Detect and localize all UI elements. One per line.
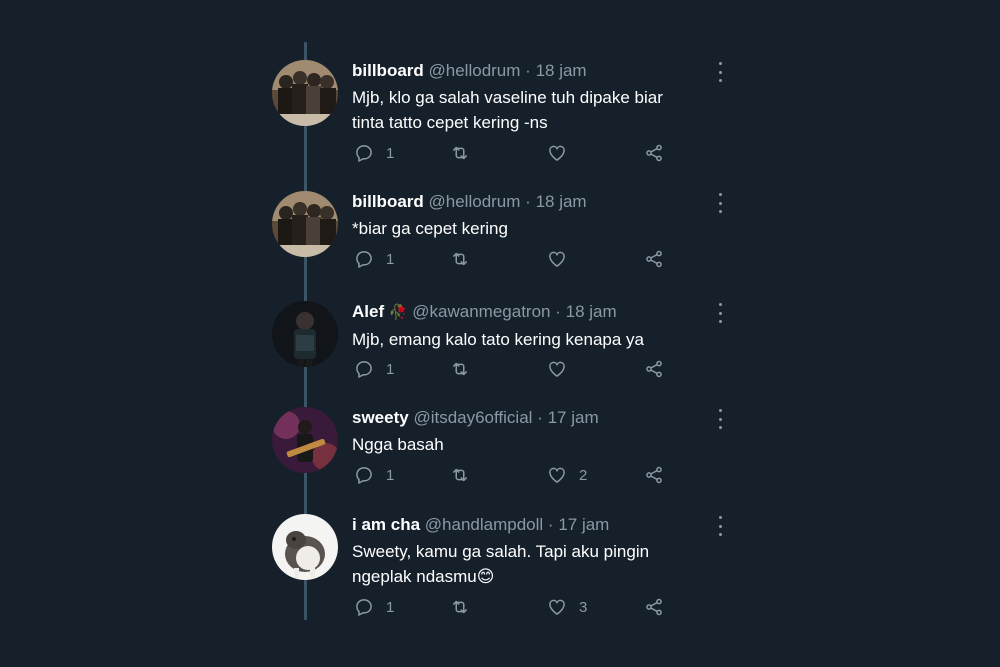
- retweet-button[interactable]: [450, 249, 470, 269]
- share-button[interactable]: [644, 465, 664, 485]
- share-button[interactable]: [644, 143, 664, 163]
- share-icon: [646, 466, 662, 484]
- heart-icon: [549, 251, 565, 267]
- tweet-text-line: Sweety, kamu ga salah. Tapi aku pingin: [352, 542, 650, 561]
- like-count: 2: [579, 466, 588, 484]
- reply-button[interactable]: 1: [354, 359, 394, 379]
- share-button[interactable]: [644, 359, 664, 379]
- reply-button[interactable]: 1: [354, 597, 394, 617]
- reply-icon: [356, 599, 372, 617]
- reply-count: 1: [386, 250, 395, 268]
- separator-dot: ·: [537, 408, 543, 427]
- retweet-icon: [453, 146, 467, 160]
- reply-button[interactable]: 1: [354, 249, 394, 269]
- share-button[interactable]: [644, 597, 664, 617]
- display-name[interactable]: Alef: [352, 302, 384, 321]
- wilted-rose-emoji: 🥀: [388, 304, 408, 321]
- tweet-text-line: tinta tatto cepet kering -ns: [352, 113, 548, 132]
- retweet-icon: [453, 252, 467, 266]
- retweet-button[interactable]: [450, 465, 470, 485]
- retweet-icon: [453, 600, 467, 614]
- display-name[interactable]: i am cha: [352, 515, 420, 534]
- user-handle[interactable]: @hellodrum: [429, 192, 521, 211]
- tweet-text-line: Mjb, emang kalo tato kering kenapa ya: [352, 330, 645, 349]
- tweet-text: Mjb, klo ga salah vaseline tuh dipake bi…: [352, 85, 722, 135]
- more-options-icon[interactable]: [716, 409, 724, 429]
- avatar[interactable]: [272, 191, 338, 257]
- heart-icon: [549, 599, 565, 615]
- reply-count: 1: [386, 466, 395, 484]
- avatar[interactable]: [272, 514, 338, 580]
- timestamp[interactable]: 17 jam: [558, 515, 609, 534]
- tweet-text: *biar ga cepet kering: [352, 216, 722, 241]
- tweet-text-line: Ngga basah: [352, 435, 444, 454]
- display-name[interactable]: sweety: [352, 408, 409, 427]
- more-options-icon[interactable]: [716, 303, 724, 323]
- retweet-button[interactable]: [450, 143, 470, 163]
- like-button[interactable]: [547, 249, 579, 269]
- like-button[interactable]: 2: [547, 465, 587, 485]
- retweet-button[interactable]: [450, 359, 470, 379]
- tweet-text-line: *biar ga cepet kering: [352, 219, 508, 238]
- reply-button[interactable]: 1: [354, 143, 394, 163]
- heart-icon: [549, 467, 565, 483]
- user-handle[interactable]: @handlampdoll: [425, 515, 543, 534]
- tweet-text-line: Mjb, klo ga salah vaseline tuh dipake bi…: [352, 88, 663, 107]
- reply-count: 1: [386, 144, 395, 162]
- display-name[interactable]: billboard: [352, 192, 424, 211]
- separator-dot: ·: [525, 192, 531, 211]
- like-button[interactable]: 3: [547, 597, 587, 617]
- separator-dot: ·: [547, 515, 554, 534]
- user-handle[interactable]: @kawanmegatron: [412, 302, 550, 321]
- like-button[interactable]: [547, 359, 579, 379]
- reply-count: 1: [386, 360, 395, 378]
- retweet-icon: [453, 468, 467, 482]
- share-button[interactable]: [644, 249, 664, 269]
- reply-button[interactable]: 1: [354, 465, 394, 485]
- more-options-icon[interactable]: [716, 62, 724, 82]
- tweet-text: Ngga basah: [352, 432, 722, 457]
- timestamp[interactable]: 18 jam: [536, 61, 587, 80]
- share-icon: [646, 144, 662, 162]
- display-name[interactable]: billboard: [352, 61, 424, 80]
- timestamp[interactable]: 17 jam: [548, 408, 599, 427]
- retweet-button[interactable]: [450, 597, 470, 617]
- like-count: 3: [579, 598, 588, 616]
- more-options-icon[interactable]: [716, 193, 724, 213]
- timestamp[interactable]: 18 jam: [536, 192, 587, 211]
- user-handle[interactable]: @itsday6official: [413, 408, 532, 427]
- avatar[interactable]: [272, 407, 338, 473]
- reply-icon: [356, 467, 372, 485]
- more-options-icon[interactable]: [716, 516, 724, 536]
- timestamp[interactable]: 18 jam: [566, 302, 617, 321]
- reply-count: 1: [386, 598, 395, 616]
- separator-dot: ·: [525, 61, 531, 80]
- like-button[interactable]: [547, 143, 579, 163]
- retweet-icon: [453, 362, 467, 376]
- reply-icon: [356, 145, 372, 163]
- share-icon: [646, 598, 662, 616]
- separator-dot: ·: [555, 302, 561, 321]
- share-icon: [646, 360, 662, 378]
- tweet-text-line: ngeplak ndasmu😊: [352, 567, 495, 586]
- avatar[interactable]: [272, 301, 338, 367]
- tweet-text: Sweety, kamu ga salah. Tapi aku pingin n…: [352, 539, 722, 589]
- heart-icon: [549, 361, 565, 377]
- avatar[interactable]: [272, 60, 338, 126]
- tweet-text: Mjb, emang kalo tato kering kenapa ya: [352, 327, 722, 352]
- heart-icon: [549, 145, 565, 161]
- user-handle[interactable]: @hellodrum: [429, 61, 521, 80]
- reply-icon: [356, 361, 372, 379]
- share-icon: [646, 250, 662, 268]
- reply-icon: [356, 251, 372, 269]
